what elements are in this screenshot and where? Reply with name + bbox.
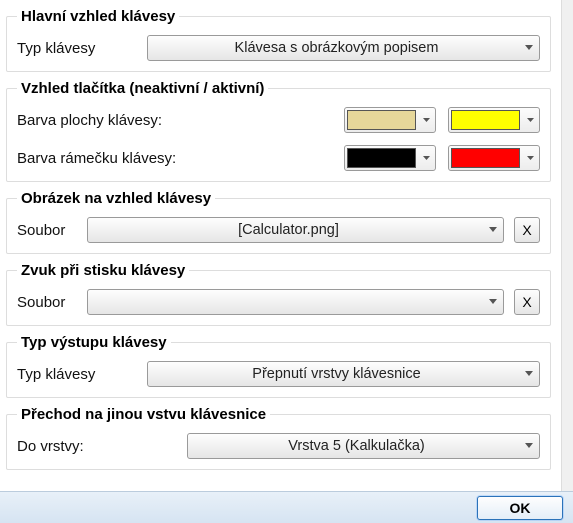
key-type-value: Klávesa s obrázkovým popisem xyxy=(235,40,439,56)
chevron-down-icon xyxy=(525,45,533,51)
chevron-down-icon xyxy=(523,156,537,161)
fill-color-active-swatch xyxy=(451,110,520,130)
frame-color-inactive-combo[interactable] xyxy=(344,145,436,171)
sound-file-clear-button[interactable]: X xyxy=(514,289,540,315)
chevron-down-icon xyxy=(523,118,537,123)
frame-color-label: Barva rámečku klávesy: xyxy=(17,150,176,167)
group-layer: Přechod na jinou vstvu klávesnice Do vrs… xyxy=(6,406,551,470)
image-file-value: [Calculator.png] xyxy=(238,222,339,238)
chevron-down-icon xyxy=(525,443,533,449)
chevron-down-icon xyxy=(419,156,433,161)
to-layer-value: Vrstva 5 (Kalkulačka) xyxy=(288,438,424,454)
vertical-scrollbar[interactable] xyxy=(561,0,573,495)
fill-color-active-combo[interactable] xyxy=(448,107,540,133)
chevron-down-icon xyxy=(525,371,533,377)
to-layer-combo[interactable]: Vrstva 5 (Kalkulačka) xyxy=(187,433,540,459)
group-sound: Zvuk při stisku klávesy Soubor X xyxy=(6,262,551,326)
frame-color-inactive-swatch xyxy=(347,148,416,168)
group-button-look: Vzhled tlačítka (neaktivní / aktivní) Ba… xyxy=(6,80,551,182)
group-main-look-legend: Hlavní vzhled klávesy xyxy=(17,8,179,25)
frame-color-active-swatch xyxy=(451,148,520,168)
output-type-combo[interactable]: Přepnutí vrstvy klávesnice xyxy=(147,361,540,387)
group-main-look: Hlavní vzhled klávesy Typ klávesy Kláves… xyxy=(6,8,551,72)
chevron-down-icon xyxy=(489,299,497,305)
key-type-combo[interactable]: Klávesa s obrázkovým popisem xyxy=(147,35,540,61)
sound-file-combo[interactable] xyxy=(87,289,504,315)
fill-color-inactive-combo[interactable] xyxy=(344,107,436,133)
group-layer-legend: Přechod na jinou vstvu klávesnice xyxy=(17,406,270,423)
sound-file-label: Soubor xyxy=(17,294,77,311)
frame-color-active-combo[interactable] xyxy=(448,145,540,171)
group-output: Typ výstupu klávesy Typ klávesy Přepnutí… xyxy=(6,334,551,398)
fill-color-inactive-swatch xyxy=(347,110,416,130)
fill-color-label: Barva plochy klávesy: xyxy=(17,112,162,129)
group-image: Obrázek na vzhled klávesy Soubor [Calcul… xyxy=(6,190,551,254)
group-sound-legend: Zvuk při stisku klávesy xyxy=(17,262,189,279)
chevron-down-icon xyxy=(419,118,433,123)
key-type-label: Typ klávesy xyxy=(17,40,137,57)
group-output-legend: Typ výstupu klávesy xyxy=(17,334,171,351)
to-layer-label: Do vrstvy: xyxy=(17,438,177,455)
chevron-down-icon xyxy=(489,227,497,233)
output-type-label: Typ klávesy xyxy=(17,366,137,383)
dialog-footer: OK xyxy=(0,491,573,523)
group-button-look-legend: Vzhled tlačítka (neaktivní / aktivní) xyxy=(17,80,268,97)
image-file-combo[interactable]: [Calculator.png] xyxy=(87,217,504,243)
ok-button[interactable]: OK xyxy=(477,496,563,520)
image-file-label: Soubor xyxy=(17,222,77,239)
output-type-value: Přepnutí vrstvy klávesnice xyxy=(252,366,420,382)
group-image-legend: Obrázek na vzhled klávesy xyxy=(17,190,215,207)
image-file-clear-button[interactable]: X xyxy=(514,217,540,243)
